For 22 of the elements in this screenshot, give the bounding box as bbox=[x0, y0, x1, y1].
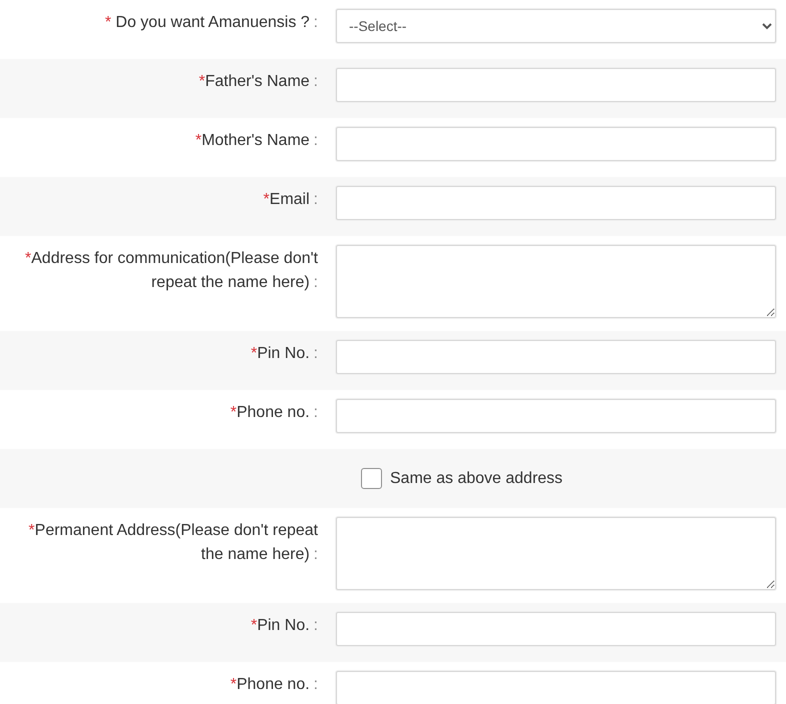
checkbox[interactable] bbox=[361, 468, 382, 489]
field-label: *Phone no. : bbox=[230, 675, 318, 695]
field-label: *Pin No. : bbox=[250, 344, 318, 364]
input-field[interactable] bbox=[336, 671, 776, 704]
dropdown-select[interactable]: --Select-- bbox=[336, 9, 776, 43]
field-label: *Mother's Name : bbox=[195, 131, 318, 151]
textarea-field[interactable] bbox=[336, 245, 776, 318]
input-field[interactable] bbox=[336, 612, 776, 646]
field-label: * Do you want Amanuensis ? : bbox=[104, 13, 318, 33]
field-label: *Pin No. : bbox=[250, 616, 318, 636]
textarea-field[interactable] bbox=[336, 517, 776, 590]
input-field[interactable] bbox=[336, 340, 776, 374]
field-label: *Father's Name : bbox=[198, 72, 318, 92]
input-field[interactable] bbox=[336, 68, 776, 102]
field-label: *Permanent Address(Please don't repeat the name here) : bbox=[28, 521, 318, 565]
field-label: *Address for communication(Please don't repeat the name here) : bbox=[24, 249, 318, 293]
input-field[interactable] bbox=[336, 186, 776, 220]
field-label: *Email : bbox=[263, 190, 318, 210]
field-label: *Phone no. : bbox=[230, 403, 318, 423]
input-field[interactable] bbox=[336, 399, 776, 433]
checkbox-label: Same as above address bbox=[390, 470, 563, 488]
input-field[interactable] bbox=[336, 127, 776, 161]
